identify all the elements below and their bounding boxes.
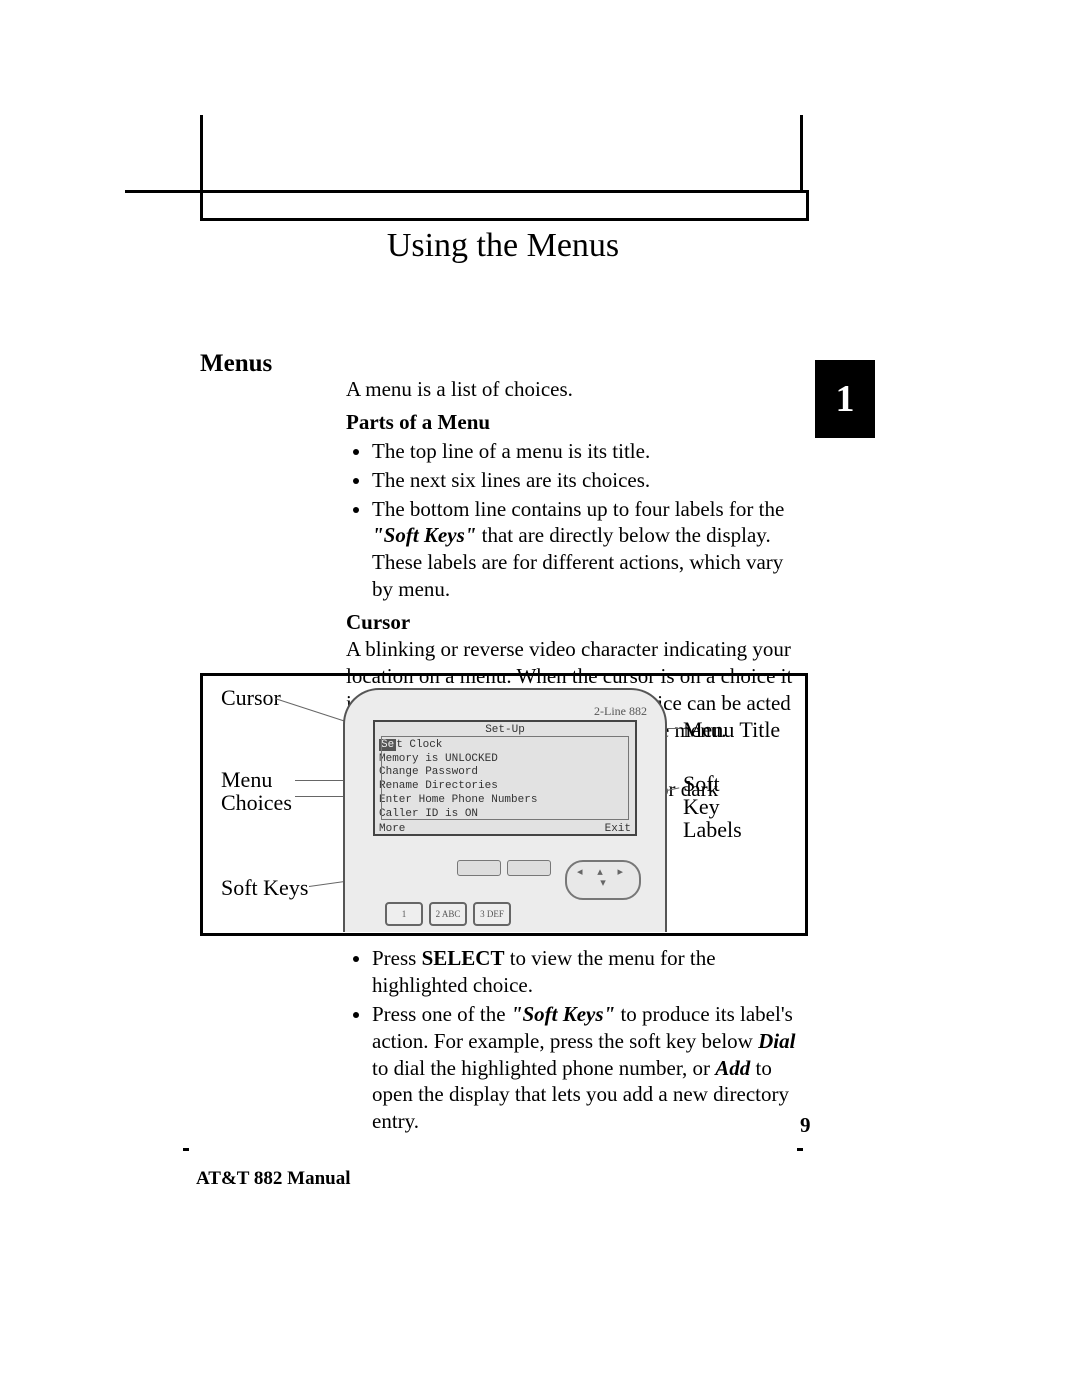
label-menu-choices: Menu Choices — [221, 768, 292, 814]
text: Press one of the — [372, 1002, 511, 1026]
list-item: Press one of the "Soft Keys" to produce … — [372, 1001, 816, 1135]
phone-outline: 2-Line 882 Set-Up Set Clock Memory is UN… — [343, 688, 667, 932]
label-soft-key-labels: Soft Key Labels — [683, 772, 742, 841]
keypad-1: 1 — [385, 902, 423, 926]
keypad-2: 2 ABC — [429, 902, 467, 926]
label-cursor: Cursor — [221, 686, 281, 709]
nav-pad — [565, 860, 641, 900]
chapter-tab: 1 — [815, 360, 875, 438]
list-item: Press SELECT to view the menu for the hi… — [372, 945, 816, 999]
phone-screen: Set-Up Set Clock Memory is UNLOCKED Chan… — [373, 720, 637, 836]
select-term: SELECT — [422, 946, 505, 970]
intro-text: A menu is a list of choices. — [346, 376, 806, 403]
list-item: The next six lines are its choices. — [372, 467, 806, 494]
section-heading: Menus — [200, 350, 272, 378]
screen-softkey-row: More Exit — [379, 823, 631, 837]
softkeys-term: "Soft Keys" — [511, 1002, 615, 1026]
page-number: 9 — [800, 1113, 811, 1138]
list-item: The top line of a menu is its title. — [372, 438, 806, 465]
crop-mark — [800, 115, 803, 193]
small-button-menu — [507, 860, 551, 876]
phone-diagram: Cursor Menu Choices Soft Keys Menu Title… — [200, 673, 808, 936]
dial-term: Dial — [758, 1029, 795, 1053]
keypad-3: 3 DEF — [473, 902, 511, 926]
softkeys-term: "Soft Keys" — [372, 523, 476, 547]
after-list: Press SELECT to view the menu for the hi… — [346, 945, 816, 1135]
softkey-label-exit: Exit — [605, 823, 631, 837]
crop-tick — [183, 1148, 189, 1151]
crop-mark — [125, 190, 200, 193]
label-menu-title: Menu Title — [683, 718, 780, 741]
label-soft-keys: Soft Keys — [221, 876, 308, 899]
add-term: Add — [715, 1056, 750, 1080]
body-text-after: Press SELECT to view the menu for the hi… — [346, 943, 816, 1139]
parts-list: The top line of a menu is its title. The… — [346, 438, 806, 603]
small-button-select — [457, 860, 501, 876]
text: The bottom line contains up to four labe… — [372, 497, 784, 521]
text: to dial the highlighted phone number, or — [372, 1056, 715, 1080]
text: Press — [372, 946, 422, 970]
softkey-label-more: More — [379, 823, 405, 837]
screen-bezel — [381, 736, 629, 820]
header-box — [200, 190, 809, 221]
phone-model: 2-Line 882 — [594, 704, 647, 719]
crop-tick — [797, 1148, 803, 1151]
footer-text: AT&T 882 Manual — [196, 1168, 351, 1190]
page-title: Using the Menus — [200, 218, 806, 281]
crop-mark — [200, 115, 203, 193]
subheading-cursor: Cursor — [346, 609, 806, 636]
manual-page: Using the Menus Menus 1 A menu is a list… — [0, 0, 1080, 1397]
list-item: The bottom line contains up to four labe… — [372, 496, 806, 604]
subheading-parts: Parts of a Menu — [346, 409, 806, 436]
